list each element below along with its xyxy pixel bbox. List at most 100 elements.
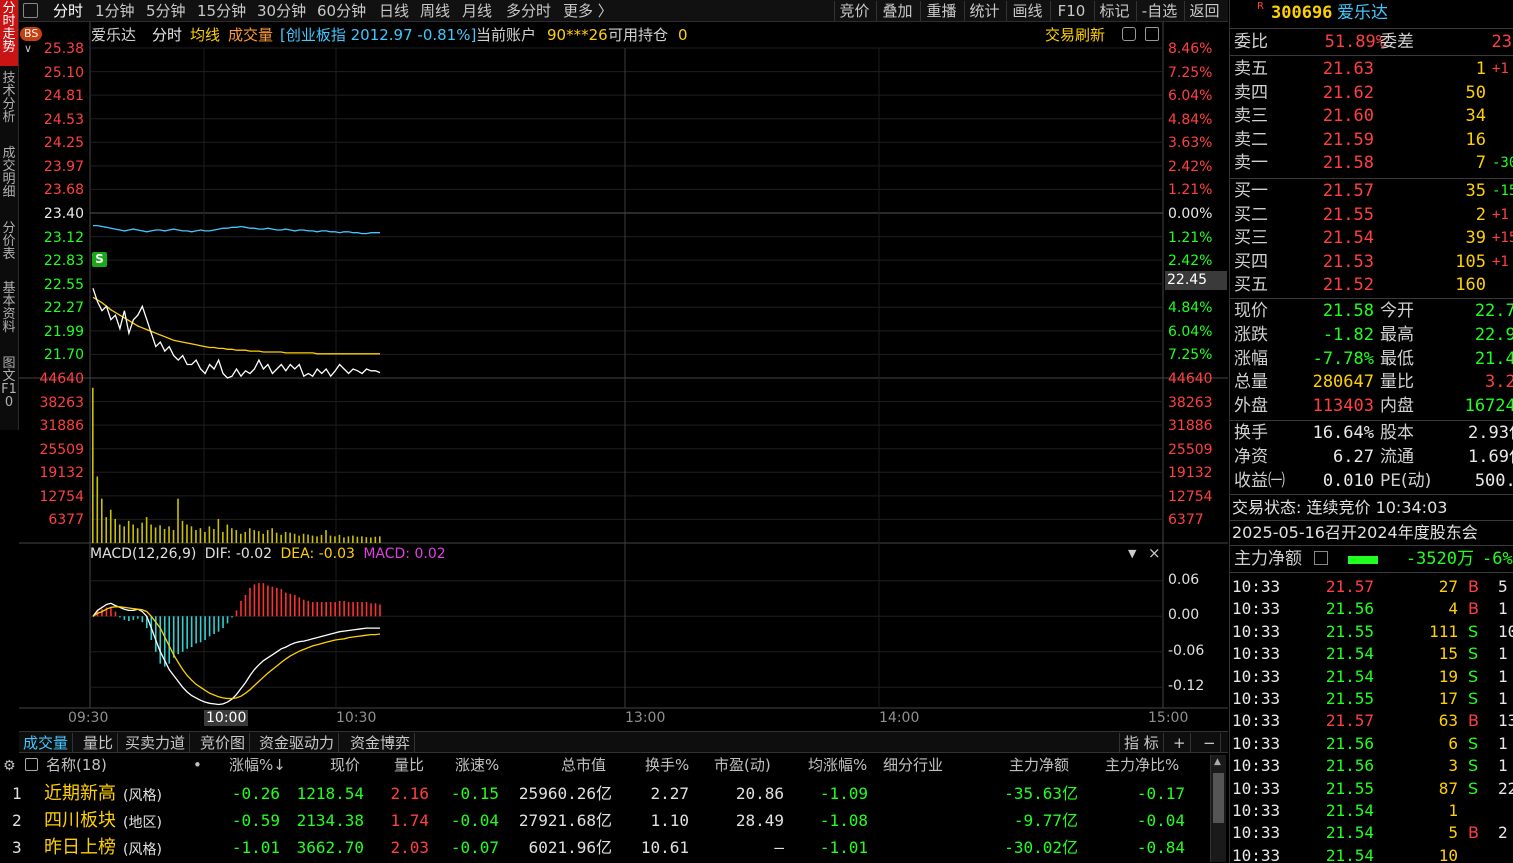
sell-price[interactable]: 21.60 bbox=[1290, 105, 1374, 127]
btab-buy-sell-force[interactable]: 买卖力道 bbox=[121, 733, 191, 753]
pct-tick-label: 6.04% bbox=[1168, 88, 1213, 105]
col-price[interactable]: 现价 bbox=[330, 755, 360, 775]
price-tick-label: 21.99 bbox=[43, 323, 84, 340]
col-change-pct[interactable]: 涨幅%↓ bbox=[229, 755, 286, 775]
row-name[interactable]: 昨日上榜 bbox=[44, 837, 116, 859]
macd-hist-bar bbox=[253, 584, 256, 617]
buy-price[interactable]: 21.53 bbox=[1290, 251, 1374, 273]
mainflow-chart-icon[interactable] bbox=[1314, 551, 1328, 565]
app-window: { "sidebar":{"tabs":["分时走势","技术分析","成交明细… bbox=[0, 0, 1513, 863]
row-name[interactable]: 近期新高 bbox=[44, 783, 116, 805]
col-turnover[interactable]: 换手% bbox=[645, 755, 689, 775]
volume-bar bbox=[204, 531, 206, 543]
row-tag: (风格) bbox=[123, 842, 162, 858]
volume-tick-label: 31886 bbox=[39, 418, 84, 435]
table-row[interactable]: 3 昨日上榜 (风格) -1.01 3662.70 2.03 -0.07 6021.96亿 10… bbox=[0, 837, 1208, 863]
volume-bar bbox=[168, 526, 170, 543]
col-main-flow[interactable]: 主力净额 bbox=[1009, 755, 1069, 775]
col-pe[interactable]: 市盈(动) bbox=[714, 755, 771, 775]
row-pe: – bbox=[774, 838, 784, 857]
col-speed[interactable]: 涨速% bbox=[455, 755, 499, 775]
macd-hist-bar bbox=[356, 602, 359, 617]
col-avg-change[interactable]: 均涨幅% bbox=[808, 755, 867, 775]
volume-bar bbox=[118, 524, 121, 543]
sell-price[interactable]: 21.62 bbox=[1290, 82, 1374, 104]
zoom-in-button[interactable]: + bbox=[1169, 733, 1191, 753]
dropdown-icon[interactable]: ▼ bbox=[1128, 547, 1136, 560]
scroll-thumb[interactable] bbox=[1213, 773, 1224, 823]
close-icon[interactable]: × bbox=[1148, 545, 1161, 561]
row-main-flow-ratio: -0.84 bbox=[1136, 838, 1185, 857]
btab-auction-chart[interactable]: 竞价图 bbox=[196, 733, 251, 753]
macd-hist-bar bbox=[123, 616, 126, 620]
volume-bar bbox=[325, 530, 327, 543]
tick-time: 10:33 bbox=[1232, 823, 1281, 843]
volume-bar bbox=[92, 387, 94, 543]
indicator-button[interactable]: 指 标 bbox=[1119, 733, 1164, 753]
volume-bar bbox=[123, 526, 125, 543]
col-vol-ratio[interactable]: 量比 bbox=[394, 755, 424, 775]
buy-price[interactable]: 21.54 bbox=[1290, 227, 1374, 249]
table-row[interactable]: 2 四川板块 (地区) -0.59 2134.38 1.74 -0.04 27921.68亿 1… bbox=[0, 810, 1208, 836]
col-main-flow-ratio[interactable]: 主力净比% bbox=[1105, 755, 1179, 775]
buy-price[interactable]: 21.52 bbox=[1290, 274, 1374, 296]
volume-bar bbox=[226, 524, 229, 543]
fund-value: 2.93亿 bbox=[1468, 423, 1513, 443]
price-tick-label: 23.97 bbox=[43, 158, 84, 175]
volume-bar bbox=[150, 524, 152, 543]
sell-price[interactable]: 21.58 bbox=[1290, 152, 1374, 174]
tick-side: B bbox=[1468, 823, 1479, 843]
tick-volume: 63 bbox=[1438, 711, 1458, 731]
btab-capital-game[interactable]: 资金博弈 bbox=[346, 733, 416, 753]
macd-hist-bar bbox=[231, 616, 233, 618]
col-name[interactable]: 名称(18) bbox=[46, 755, 107, 775]
macd-hist-bar bbox=[110, 607, 112, 617]
row-name[interactable]: 四川板块 bbox=[44, 810, 116, 832]
volume-tick-label-right: 6377 bbox=[1168, 512, 1204, 529]
tick-volume: 6 bbox=[1448, 733, 1458, 753]
zoom-out-button[interactable]: − bbox=[1199, 733, 1221, 753]
btab-capital-drive[interactable]: 资金驱动力 bbox=[255, 733, 340, 753]
tick-extra: 5 bbox=[1498, 577, 1508, 596]
buy-level-label: 买五 bbox=[1234, 275, 1268, 296]
table-row[interactable]: 1 近期新高 (风格) -0.26 1218.54 2.16 -0.15 25960.26亿 2… bbox=[0, 783, 1208, 809]
macd-hist-bar bbox=[195, 616, 197, 644]
macd-hist-bar bbox=[329, 602, 332, 617]
r-badge: R bbox=[1257, 1, 1264, 12]
sell-price[interactable]: 21.59 bbox=[1290, 129, 1374, 151]
btab-volume[interactable]: 成交量 bbox=[19, 733, 74, 753]
btab-volume-ratio[interactable]: 量比 bbox=[79, 733, 119, 753]
volume-bar bbox=[280, 534, 282, 543]
pct-tick-label: 0.00% bbox=[1168, 206, 1213, 222]
price-line bbox=[92, 288, 381, 379]
sell-signal-marker[interactable]: S bbox=[92, 252, 107, 267]
row-speed: -0.07 bbox=[450, 838, 499, 857]
macd-hist-bar bbox=[190, 616, 193, 648]
col-industry[interactable]: 细分行业 bbox=[883, 755, 943, 775]
price-tick-label: 22.55 bbox=[43, 276, 84, 293]
row-main-flow: -9.77亿 bbox=[1013, 811, 1078, 830]
chart-grid bbox=[19, 22, 1228, 709]
row-main-flow-ratio: -0.04 bbox=[1136, 811, 1185, 830]
sell-volume: 7 bbox=[1475, 153, 1486, 174]
buy-price[interactable]: 21.57 bbox=[1290, 180, 1374, 202]
table-scrollbar[interactable]: ▲ bbox=[1210, 755, 1226, 862]
row-avg-change: -1.01 bbox=[819, 838, 868, 857]
tick-volume: 27 bbox=[1438, 577, 1458, 596]
shareholder-notice[interactable]: 2025-05-16召开2024年度股东会 bbox=[1232, 522, 1478, 544]
row-index: 2 bbox=[12, 811, 22, 830]
buy-price[interactable]: 21.55 bbox=[1290, 204, 1374, 226]
settings-gear-icon[interactable]: ⚙ bbox=[3, 756, 16, 776]
volume-bar bbox=[244, 531, 247, 543]
weicha-value: 23 bbox=[1491, 32, 1512, 52]
scroll-up-icon[interactable]: ▲ bbox=[1214, 757, 1221, 767]
sell-price[interactable]: 21.63 bbox=[1290, 58, 1374, 80]
col-market-cap[interactable]: 总市值 bbox=[561, 755, 606, 775]
sell-volume: 50 bbox=[1465, 82, 1486, 103]
row-price: 2134.38 bbox=[296, 811, 364, 830]
buy-change: +1 bbox=[1492, 206, 1509, 223]
volume-bar bbox=[222, 531, 224, 543]
table-view-icon[interactable] bbox=[25, 758, 38, 771]
volume-bar bbox=[334, 536, 336, 543]
pct-tick-label: 6.04% bbox=[1168, 323, 1213, 340]
